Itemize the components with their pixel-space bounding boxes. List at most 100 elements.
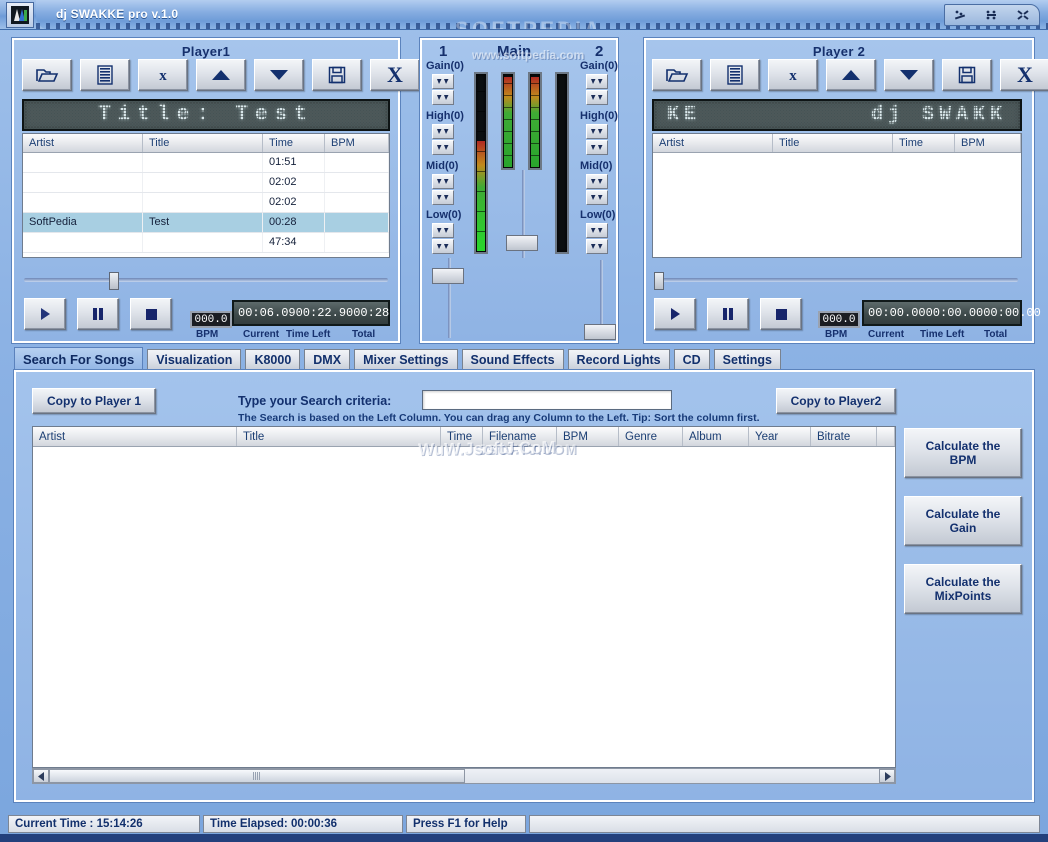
- player2-open-file-button[interactable]: [652, 59, 702, 91]
- spinner-up-button[interactable]: [432, 124, 454, 139]
- table-row[interactable]: 02:02: [23, 193, 389, 213]
- library-horizontal-scrollbar[interactable]: [32, 768, 896, 784]
- copy-to-player1-button[interactable]: Copy to Player 1: [32, 388, 156, 414]
- player2-pause-button[interactable]: [707, 298, 749, 330]
- table-row[interactable]: 01:51: [23, 153, 389, 173]
- library-col-extra[interactable]: [877, 427, 895, 446]
- player2-col-time[interactable]: Time: [893, 134, 955, 152]
- player2-position-thumb[interactable]: [654, 272, 664, 290]
- mixer-channel1-gain-spinner[interactable]: [432, 74, 454, 106]
- tab-record-lights[interactable]: Record Lights: [567, 349, 670, 370]
- player1-playlist-grid[interactable]: Artist Title Time BPM 01:51 02:02 02:02 Sof…: [22, 133, 390, 258]
- library-col-filename[interactable]: Filename: [483, 427, 557, 446]
- player2-save-playlist-button[interactable]: [942, 59, 992, 91]
- spinner-down-button[interactable]: [586, 140, 608, 155]
- tab-sound-effects[interactable]: Sound Effects: [461, 349, 564, 370]
- spinner-down-button[interactable]: [432, 190, 454, 205]
- mixer-channel2-mid-spinner[interactable]: [586, 174, 608, 206]
- library-col-album[interactable]: Album: [683, 427, 749, 446]
- library-col-genre[interactable]: Genre: [619, 427, 683, 446]
- player2-move-down-button[interactable]: [884, 59, 934, 91]
- tab-dmx[interactable]: DMX: [304, 349, 351, 370]
- player1-move-up-button[interactable]: [196, 59, 246, 91]
- player2-playlist-grid[interactable]: Artist Title Time BPM: [652, 133, 1022, 258]
- mixer-fader-channel2[interactable]: [506, 170, 542, 258]
- library-col-time[interactable]: Time: [441, 427, 483, 446]
- mixer-fader-channel1[interactable]: [432, 258, 468, 338]
- player1-play-button[interactable]: [24, 298, 66, 330]
- tab-mixer-settings[interactable]: Mixer Settings: [354, 349, 458, 370]
- spinner-down-button[interactable]: [432, 140, 454, 155]
- player1-pause-button[interactable]: [77, 298, 119, 330]
- minimize-button[interactable]: [950, 7, 972, 23]
- table-row[interactable]: SoftPedia Test 00:28: [23, 213, 389, 233]
- song-library-grid[interactable]: Artist Title Time Filename BPM Genre Album Year…: [32, 426, 896, 768]
- calculate-mixpoints-button[interactable]: Calculate the MixPoints: [904, 564, 1022, 614]
- player1-position-thumb[interactable]: [108, 272, 119, 290]
- library-col-bpm[interactable]: BPM: [557, 427, 619, 446]
- player1-open-file-button[interactable]: [22, 59, 72, 91]
- scroll-right-button[interactable]: [879, 769, 895, 783]
- table-row[interactable]: 02:02: [23, 173, 389, 193]
- scroll-left-button[interactable]: [33, 769, 49, 783]
- spinner-down-button[interactable]: [586, 190, 608, 205]
- mixer-fader2-knob[interactable]: [506, 234, 538, 251]
- library-col-year[interactable]: Year: [749, 427, 811, 446]
- tab-cd[interactable]: CD: [673, 349, 710, 370]
- table-row[interactable]: 47:34: [23, 233, 389, 253]
- mixer-fader1-knob[interactable]: [432, 268, 464, 285]
- spinner-up-button[interactable]: [586, 223, 608, 238]
- spinner-up-button[interactable]: [432, 223, 454, 238]
- search-input[interactable]: [422, 390, 672, 410]
- spinner-up-button[interactable]: [586, 74, 608, 89]
- player2-col-title[interactable]: Title: [773, 134, 893, 152]
- spinner-down-button[interactable]: [432, 90, 454, 105]
- tab-search-for-songs[interactable]: Search For Songs: [14, 347, 144, 370]
- player1-stop-button[interactable]: [130, 298, 172, 330]
- mixer-channel1-high-spinner[interactable]: [432, 124, 454, 156]
- calculate-bpm-button[interactable]: Calculate the BPM: [904, 428, 1022, 478]
- player1-remove-track-button[interactable]: x: [138, 59, 188, 91]
- copy-to-player2-button[interactable]: Copy to Player2: [776, 388, 896, 414]
- player1-save-playlist-button[interactable]: [312, 59, 362, 91]
- player1-position-slider[interactable]: [24, 272, 388, 290]
- player1-col-title[interactable]: Title: [143, 134, 263, 152]
- player1-playlist-button[interactable]: [80, 59, 130, 91]
- mixer-channel2-low-spinner[interactable]: [586, 223, 608, 255]
- mixer-channel1-low-spinner[interactable]: [432, 223, 454, 255]
- tab-visualization[interactable]: Visualization: [147, 349, 242, 370]
- spinner-up-button[interactable]: [586, 174, 608, 189]
- player1-col-artist[interactable]: Artist: [23, 134, 143, 152]
- player2-col-bpm[interactable]: BPM: [955, 134, 1021, 152]
- calculate-gain-button[interactable]: Calculate the Gain: [904, 496, 1022, 546]
- spinner-down-button[interactable]: [586, 239, 608, 254]
- spinner-down-button[interactable]: [586, 90, 608, 105]
- player1-col-bpm[interactable]: BPM: [325, 134, 389, 152]
- player2-stop-button[interactable]: [760, 298, 802, 330]
- mixer-channel2-high-spinner[interactable]: [586, 124, 608, 156]
- player2-remove-track-button[interactable]: x: [768, 59, 818, 91]
- maximize-button[interactable]: [981, 7, 1003, 23]
- player2-move-up-button[interactable]: [826, 59, 876, 91]
- tab-settings[interactable]: Settings: [713, 349, 781, 370]
- mixer-channel2-gain-spinner[interactable]: [586, 74, 608, 106]
- player1-move-down-button[interactable]: [254, 59, 304, 91]
- mixer-channel1-mid-spinner[interactable]: [432, 174, 454, 206]
- spinner-up-button[interactable]: [432, 74, 454, 89]
- player2-playlist-button[interactable]: [710, 59, 760, 91]
- player1-col-time[interactable]: Time: [263, 134, 325, 152]
- player2-play-button[interactable]: [654, 298, 696, 330]
- player2-clear-playlist-button[interactable]: X: [1000, 59, 1048, 91]
- player2-col-artist[interactable]: Artist: [653, 134, 773, 152]
- spinner-down-button[interactable]: [432, 239, 454, 254]
- mixer-fader3-knob[interactable]: [584, 324, 616, 340]
- spinner-up-button[interactable]: [432, 174, 454, 189]
- library-col-title[interactable]: Title: [237, 427, 441, 446]
- library-col-artist[interactable]: Artist: [33, 427, 237, 446]
- scroll-thumb[interactable]: [49, 769, 465, 783]
- mixer-fader-crossfade[interactable]: [584, 260, 620, 340]
- player2-position-slider[interactable]: [654, 272, 1018, 290]
- library-col-bitrate[interactable]: Bitrate: [811, 427, 877, 446]
- player1-clear-playlist-button[interactable]: X: [370, 59, 420, 91]
- spinner-up-button[interactable]: [586, 124, 608, 139]
